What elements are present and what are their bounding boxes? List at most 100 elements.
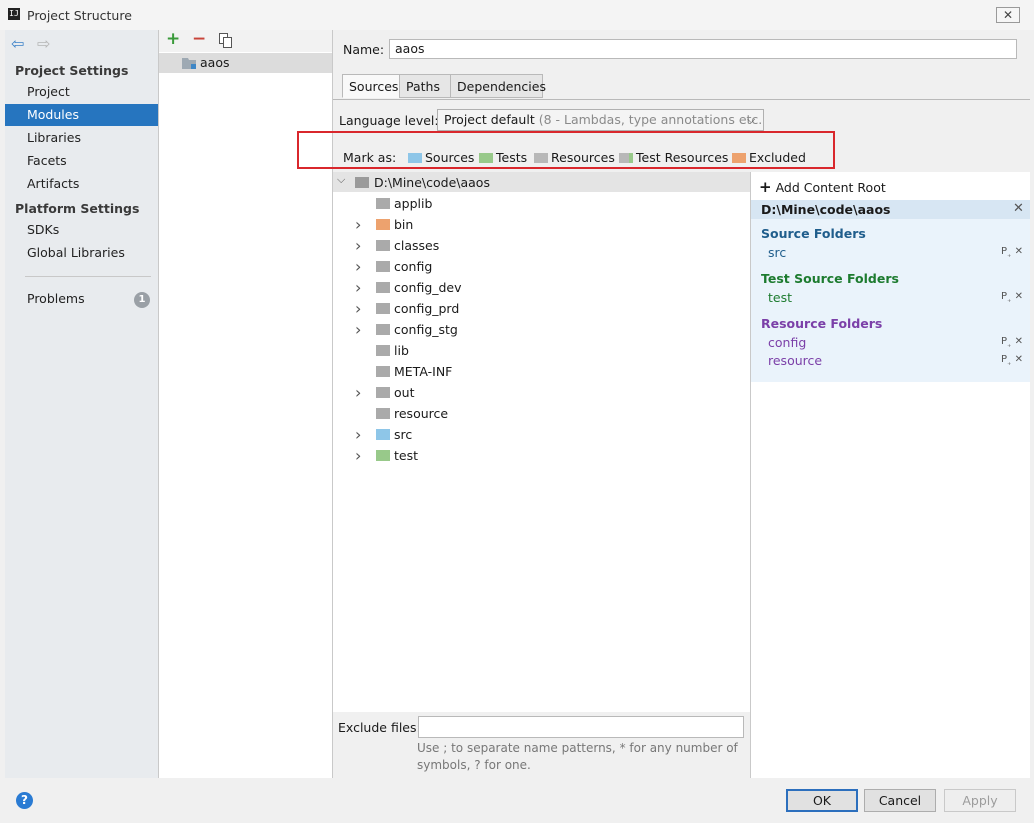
- name-field[interactable]: aaos: [389, 39, 1017, 59]
- chevron-right-icon[interactable]: ›: [355, 256, 361, 277]
- folder-icon: [376, 303, 390, 314]
- test-source-folder-item[interactable]: test: [768, 290, 792, 305]
- mark-as-label: Mark as:: [343, 150, 397, 165]
- tree-row[interactable]: › config_prd: [333, 298, 750, 319]
- chevron-right-icon[interactable]: ›: [355, 319, 361, 340]
- chevron-right-icon[interactable]: ›: [355, 214, 361, 235]
- tree-row-label: META-INF: [394, 364, 453, 379]
- sidebar-item-artifacts[interactable]: Artifacts: [5, 173, 158, 195]
- tree-row[interactable]: lib: [333, 340, 750, 361]
- tree-row[interactable]: › out: [333, 382, 750, 403]
- content-root-header[interactable]: D:\Mine\code\aaos ✕: [751, 200, 1030, 219]
- resources-folder-icon: [534, 153, 548, 163]
- tree-row[interactable]: › bin: [333, 214, 750, 235]
- tree-row[interactable]: › config: [333, 256, 750, 277]
- mark-as-tests[interactable]: Tests: [479, 150, 527, 165]
- ok-button[interactable]: OK: [786, 789, 858, 812]
- chevron-down-icon[interactable]: ⌵: [337, 173, 345, 187]
- mark-as-excluded[interactable]: Excluded: [732, 150, 806, 165]
- cancel-button[interactable]: Cancel: [864, 789, 936, 812]
- chevron-right-icon[interactable]: ›: [355, 298, 361, 319]
- close-button[interactable]: ✕: [996, 7, 1020, 23]
- back-arrow-icon[interactable]: ⇦: [11, 34, 24, 53]
- folder-icon: [376, 282, 390, 293]
- tree-row[interactable]: resource: [333, 403, 750, 424]
- tab-sources[interactable]: Sources: [342, 74, 400, 98]
- apply-button[interactable]: Apply: [944, 789, 1016, 812]
- tree-root-label: D:\Mine\code\aaos: [374, 175, 490, 190]
- mark-as-sources[interactable]: Sources: [408, 150, 474, 165]
- add-icon[interactable]: +: [166, 29, 180, 49]
- sources-folder-icon: [408, 153, 422, 163]
- tree-row[interactable]: META-INF: [333, 361, 750, 382]
- tree-row[interactable]: applib: [333, 193, 750, 214]
- remove-icon[interactable]: −: [192, 29, 206, 49]
- tree-row-label: config_prd: [394, 301, 460, 316]
- folder-icon: [376, 408, 390, 419]
- tree-row-label: bin: [394, 217, 414, 232]
- copy-icon[interactable]: [219, 33, 232, 48]
- folder-icon: [376, 450, 390, 461]
- folder-row-actions[interactable]: P₊ ✕: [1001, 354, 1023, 367]
- module-name: aaos: [200, 55, 230, 70]
- folder-tree: ⌵ D:\Mine\code\aaos applib › bin › classes › c…: [333, 172, 751, 712]
- folder-row-actions[interactable]: P₊ ✕: [1001, 336, 1023, 349]
- tree-row-label: test: [394, 448, 419, 463]
- window-title: Project Structure: [27, 8, 132, 23]
- tab-divider: [333, 99, 1030, 100]
- help-icon[interactable]: ?: [16, 792, 33, 809]
- module-list-item[interactable]: aaos: [159, 53, 332, 73]
- folder-icon: [376, 387, 390, 398]
- resource-folder-item[interactable]: config: [768, 335, 806, 350]
- resource-folder-item[interactable]: resource: [768, 353, 822, 368]
- source-folder-item[interactable]: src: [768, 245, 786, 260]
- sidebar-item-modules[interactable]: Modules: [5, 104, 158, 126]
- excluded-folder-icon: [732, 153, 746, 163]
- sidebar-item-project[interactable]: Project: [5, 81, 158, 103]
- exclude-files-area: Exclude files: Use ; to separate name pa…: [333, 712, 751, 778]
- content-root-path: D:\Mine\code\aaos: [761, 202, 891, 217]
- folder-row-actions[interactable]: P₊ ✕: [1001, 246, 1023, 259]
- module-toolbar: + −: [159, 29, 332, 52]
- tree-row[interactable]: › test: [333, 445, 750, 466]
- name-label: Name:: [343, 42, 385, 57]
- chevron-right-icon[interactable]: ›: [355, 424, 361, 445]
- tree-root-row[interactable]: ⌵ D:\Mine\code\aaos: [333, 172, 750, 192]
- module-folder-icon: [182, 57, 196, 69]
- sidebar-item-libraries[interactable]: Libraries: [5, 127, 158, 149]
- chevron-down-icon: ⌵: [747, 113, 756, 126]
- language-level-select[interactable]: Project default (8 - Lambdas, type annot…: [437, 109, 764, 131]
- folder-icon: [376, 366, 390, 377]
- chevron-right-icon[interactable]: ›: [355, 382, 361, 403]
- tree-row[interactable]: › config_dev: [333, 277, 750, 298]
- plus-icon: +: [759, 178, 772, 196]
- mark-as-resources[interactable]: Resources: [534, 150, 615, 165]
- chevron-right-icon[interactable]: ›: [355, 445, 361, 466]
- chevron-right-icon[interactable]: ›: [355, 235, 361, 256]
- exclude-files-input[interactable]: [418, 716, 744, 738]
- exclude-files-hint: Use ; to separate name patterns, * for a…: [417, 741, 738, 772]
- language-level-label: Language level:: [339, 113, 439, 128]
- tab-dependencies[interactable]: Dependencies: [450, 74, 546, 98]
- folder-row-actions[interactable]: P₊ ✕: [1001, 291, 1023, 304]
- sidebar-item-sdks[interactable]: SDKs: [5, 219, 158, 241]
- forward-arrow-icon[interactable]: ⇨: [37, 34, 50, 53]
- mark-as-test-resources[interactable]: Test Resources: [619, 150, 728, 165]
- tree-row-label: classes: [394, 238, 440, 253]
- tree-row-label: config_dev: [394, 280, 462, 295]
- tree-row-label: config_stg: [394, 322, 458, 337]
- tree-row[interactable]: › config_stg: [333, 319, 750, 340]
- tree-row[interactable]: › src: [333, 424, 750, 445]
- sidebar-item-global-libraries[interactable]: Global Libraries: [5, 242, 158, 264]
- tab-paths[interactable]: Paths: [399, 74, 451, 98]
- folder-icon: [376, 219, 390, 230]
- remove-root-icon[interactable]: ✕: [1013, 201, 1024, 216]
- tree-row-label: out: [394, 385, 415, 400]
- sidebar-divider: [25, 276, 151, 277]
- tree-row[interactable]: › classes: [333, 235, 750, 256]
- add-content-root-button[interactable]: + Add Content Root: [759, 178, 886, 196]
- chevron-right-icon[interactable]: ›: [355, 277, 361, 298]
- sidebar-item-facets[interactable]: Facets: [5, 150, 158, 172]
- folder-icon: [376, 429, 390, 440]
- folder-icon: [376, 240, 390, 251]
